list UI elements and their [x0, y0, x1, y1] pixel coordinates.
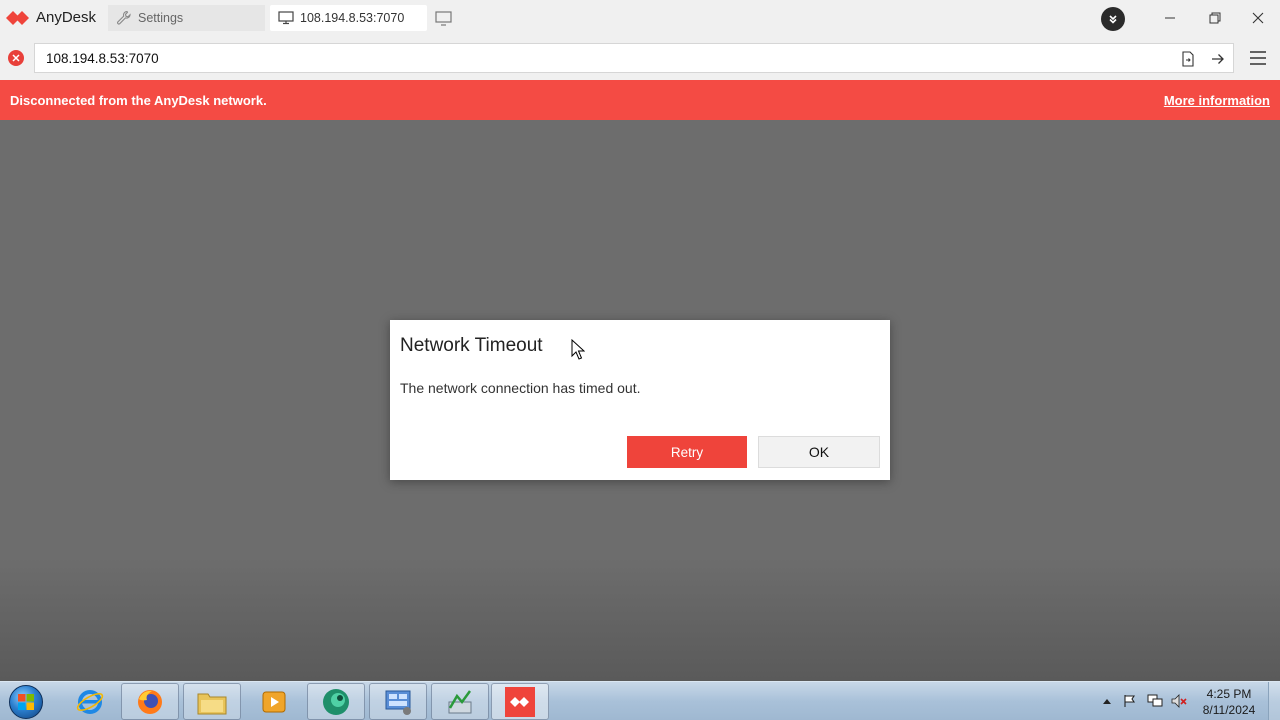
dialog-title: Network Timeout: [400, 335, 543, 356]
tab-settings[interactable]: Settings: [108, 5, 265, 31]
media-player-icon: [262, 691, 286, 712]
hamburger-menu-icon[interactable]: [1248, 48, 1268, 68]
address-bar: 108.194.8.53:7070: [0, 36, 1280, 80]
flag-icon: [1124, 695, 1136, 707]
monitor-icon: [278, 11, 294, 25]
network-tray-button[interactable]: [1147, 693, 1163, 709]
address-value: 108.194.8.53:7070: [46, 51, 159, 66]
firefox-icon: [138, 689, 162, 714]
action-center-button[interactable]: [1122, 693, 1138, 709]
start-button[interactable]: [5, 682, 47, 720]
file-transfer-button[interactable]: [1179, 50, 1197, 68]
green-circle-app-icon: [323, 688, 349, 715]
more-information-link[interactable]: More information: [1164, 93, 1270, 108]
chevron-up-icon: [1103, 699, 1111, 704]
mouse-cursor-icon: [571, 339, 585, 360]
volume-tray-button[interactable]: [1171, 693, 1187, 709]
app-name: AnyDesk: [36, 9, 97, 26]
tab-settings-label: Settings: [138, 11, 184, 25]
error-x-icon: [8, 50, 24, 66]
restore-icon: [1209, 12, 1221, 24]
system-clock[interactable]: 4:25 PM 8/11/2024: [1196, 686, 1262, 718]
anydesk-logo-icon: [6, 11, 29, 25]
show-desktop-button[interactable]: [1268, 682, 1280, 720]
ok-button[interactable]: OK: [758, 436, 880, 468]
file-explorer-icon: [197, 693, 227, 714]
chart-app-icon: [448, 689, 472, 713]
connect-button[interactable]: [1209, 50, 1227, 68]
internet-explorer-icon: [76, 689, 104, 714]
taskbar-anydesk[interactable]: [491, 683, 549, 720]
windows-taskbar: 4:25 PM 8/11/2024: [0, 681, 1280, 720]
banner-message: Disconnected from the AnyDesk network.: [10, 93, 267, 108]
minimize-icon: [1165, 17, 1175, 19]
taskbar-media-player[interactable]: [245, 683, 303, 720]
taskbar-green-app[interactable]: [307, 683, 365, 720]
download-button[interactable]: [1101, 7, 1125, 31]
restore-button[interactable]: [1201, 6, 1229, 30]
network-timeout-dialog: Network Timeout The network connection h…: [390, 320, 890, 480]
taskbar-control-panel[interactable]: [369, 683, 427, 720]
close-icon: [1252, 12, 1264, 24]
address-input[interactable]: 108.194.8.53:7070: [34, 43, 1234, 73]
taskbar-firefox[interactable]: [121, 683, 179, 720]
clock-date: 8/11/2024: [1202, 703, 1256, 717]
anydesk-icon: [505, 686, 535, 717]
show-hidden-icons-button[interactable]: [1099, 693, 1115, 709]
arrow-right-icon: [1212, 54, 1224, 64]
taskbar-file-explorer[interactable]: [183, 683, 241, 720]
taskbar-internet-explorer[interactable]: [61, 683, 119, 720]
control-panel-icon: [385, 690, 411, 715]
tab-remote-label: 108.194.8.53:7070: [300, 11, 405, 25]
taskbar-chart-app[interactable]: [431, 683, 489, 720]
close-button[interactable]: [1244, 6, 1272, 30]
windows-logo-icon: [9, 684, 43, 719]
download-arrow-icon: [1109, 15, 1117, 24]
network-icon: [1147, 694, 1163, 707]
minimize-button[interactable]: [1156, 6, 1184, 30]
new-window-icon[interactable]: [434, 9, 454, 27]
volume-muted-icon: [1171, 694, 1187, 708]
disconnected-banner: Disconnected from the AnyDesk network. M…: [0, 80, 1280, 120]
title-bar: AnyDesk Settings 108.194.8.53:7070: [0, 0, 1280, 36]
clock-time: 4:25 PM: [1206, 687, 1252, 701]
wrench-icon: [117, 10, 131, 25]
retry-button[interactable]: Retry: [627, 436, 747, 468]
file-transfer-icon: [1182, 51, 1194, 67]
tab-remote-session[interactable]: 108.194.8.53:7070: [270, 5, 427, 31]
dialog-message: The network connection has timed out.: [400, 380, 641, 396]
